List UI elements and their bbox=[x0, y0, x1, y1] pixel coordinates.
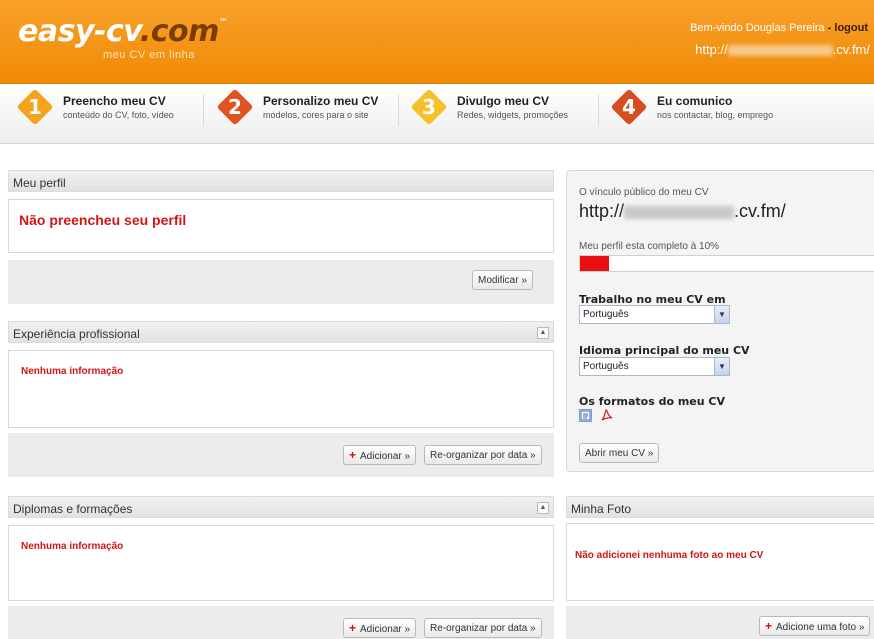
completion-progress-bar bbox=[579, 255, 874, 272]
experience-empty-message: Nenhuma informação bbox=[21, 366, 124, 377]
step-2-subtitle: modelos, cores para o site bbox=[263, 110, 369, 120]
step-divider bbox=[203, 94, 204, 126]
main-language-label: Idioma principal do meu CV bbox=[579, 344, 750, 357]
header-url-suffix: .cv.fm/ bbox=[832, 42, 870, 57]
public-url-suffix: .cv.fm/ bbox=[734, 201, 786, 221]
step-4-subtitle: nos contactar, blog, emprego bbox=[657, 110, 774, 120]
plus-icon: + bbox=[765, 619, 773, 633]
steps-bar: 1 Preencho meu CV conteúdo do CV, foto, … bbox=[0, 84, 874, 144]
step-3-title: Divulgo meu CV bbox=[457, 94, 550, 108]
add-experience-button[interactable]: + Adicionar » bbox=[343, 445, 417, 465]
pdf-icon[interactable] bbox=[600, 409, 613, 422]
work-language-value: Português bbox=[583, 309, 629, 320]
step-3-number-icon: 3 bbox=[410, 88, 448, 126]
photo-panel-header: Minha Foto bbox=[566, 496, 874, 518]
step-divider bbox=[598, 94, 599, 126]
site-tagline: meu CV em linha bbox=[103, 49, 195, 61]
photo-panel-title: Minha Foto bbox=[571, 502, 632, 516]
reorder-diplomas-button[interactable]: Re-organizar por data » bbox=[424, 618, 542, 638]
public-link-label: O vínculo público do meu CV bbox=[579, 187, 709, 198]
plus-icon: + bbox=[349, 621, 357, 635]
logo-tm: ™ bbox=[218, 18, 228, 28]
public-cv-url[interactable]: http:// .cv.fm/ bbox=[579, 201, 786, 222]
experience-panel-footer: + Adicionar » Re-organizar por data » bbox=[8, 433, 554, 477]
logo-dot-com: .com bbox=[139, 14, 220, 49]
profile-panel-footer: Modificar » bbox=[8, 260, 554, 304]
logo-main-text: easy-cv bbox=[18, 14, 140, 49]
open-cv-button[interactable]: Abrir meu CV » bbox=[579, 443, 660, 463]
site-header: easy-cv.com™ meu CV em linha Bem-vindo D… bbox=[0, 0, 874, 84]
redacted-username bbox=[727, 45, 833, 57]
plus-icon: + bbox=[349, 448, 357, 462]
collapse-up-icon[interactable]: ▲ bbox=[537, 327, 549, 339]
chevron-down-icon: ▼ bbox=[714, 358, 729, 375]
step-divider bbox=[398, 94, 399, 126]
profile-empty-message: Não preencheu seu perfil bbox=[19, 212, 187, 228]
profile-panel-header: Meu perfil bbox=[8, 170, 554, 192]
add-photo-label: Adicione uma foto » bbox=[776, 622, 865, 633]
profile-panel-body: Não preencheu seu perfil bbox=[8, 199, 554, 253]
step-1-title: Preencho meu CV bbox=[63, 94, 166, 108]
step-3-subtitle: Redes, widgets, promoções bbox=[457, 110, 569, 120]
diplomas-empty-message: Nenhuma informação bbox=[21, 541, 124, 552]
add-photo-button[interactable]: + Adicione uma foto » bbox=[759, 616, 871, 636]
diplomas-panel-title: Diplomas e formações bbox=[13, 502, 133, 516]
diplomas-panel-footer: + Adicionar » Re-organizar por data » bbox=[8, 606, 554, 639]
public-url-prefix: http:// bbox=[579, 201, 625, 221]
experience-panel-title: Experiência profissional bbox=[13, 327, 140, 341]
logout-link[interactable]: - logout bbox=[828, 22, 868, 34]
step-2-number-icon: 2 bbox=[216, 88, 254, 126]
word-doc-icon[interactable] bbox=[579, 409, 592, 422]
welcome-text: Bem-vindo Douglas Pereira bbox=[690, 22, 825, 34]
photo-empty-message: Não adicionei nenhuma foto ao meu CV bbox=[575, 550, 764, 561]
modify-profile-button[interactable]: Modificar » bbox=[472, 270, 533, 290]
add-experience-label: Adicionar » bbox=[360, 451, 411, 462]
site-logo[interactable]: easy-cv.com™ bbox=[18, 14, 228, 49]
profile-panel-title: Meu perfil bbox=[13, 176, 66, 190]
diplomas-panel-header: Diplomas e formações ▲ bbox=[8, 496, 554, 518]
photo-panel-footer: + Adicione uma foto » bbox=[566, 606, 874, 639]
step-1-subtitle: conteúdo do CV, foto, vídeo bbox=[63, 110, 174, 120]
experience-panel-header: Experiência profissional ▲ bbox=[8, 321, 554, 343]
step-1-number-icon: 1 bbox=[16, 88, 54, 126]
chevron-down-icon: ▼ bbox=[714, 306, 729, 323]
completion-label: Meu perfil esta completo à 10% bbox=[579, 241, 720, 252]
add-diploma-label: Adicionar » bbox=[360, 624, 411, 635]
diplomas-panel-body: Nenhuma informação bbox=[8, 525, 554, 601]
main-language-value: Português bbox=[583, 361, 629, 372]
header-public-url[interactable]: http:// .cv.fm/ bbox=[695, 42, 870, 57]
step-4-title: Eu comunico bbox=[657, 94, 733, 108]
step-4-number-icon: 4 bbox=[610, 88, 648, 126]
formats-label: Os formatos do meu CV bbox=[579, 395, 726, 408]
collapse-up-icon[interactable]: ▲ bbox=[537, 502, 549, 514]
step-2-title: Personalizo meu CV bbox=[263, 94, 379, 108]
cv-settings-box: O vínculo público do meu CV http:// .cv.f… bbox=[566, 170, 874, 472]
main-language-select[interactable]: Português ▼ bbox=[579, 357, 730, 376]
experience-panel-body: Nenhuma informação bbox=[8, 350, 554, 428]
photo-panel-body: Não adicionei nenhuma foto ao meu CV bbox=[566, 523, 874, 601]
header-url-prefix: http:// bbox=[695, 42, 728, 57]
reorder-experience-button[interactable]: Re-organizar por data » bbox=[424, 445, 542, 465]
completion-progress-fill bbox=[580, 256, 610, 271]
add-diploma-button[interactable]: + Adicionar » bbox=[343, 618, 417, 638]
welcome-bar: Bem-vindo Douglas Pereira - logout bbox=[690, 22, 868, 34]
redacted-username bbox=[624, 205, 735, 219]
work-language-select[interactable]: Português ▼ bbox=[579, 305, 730, 324]
